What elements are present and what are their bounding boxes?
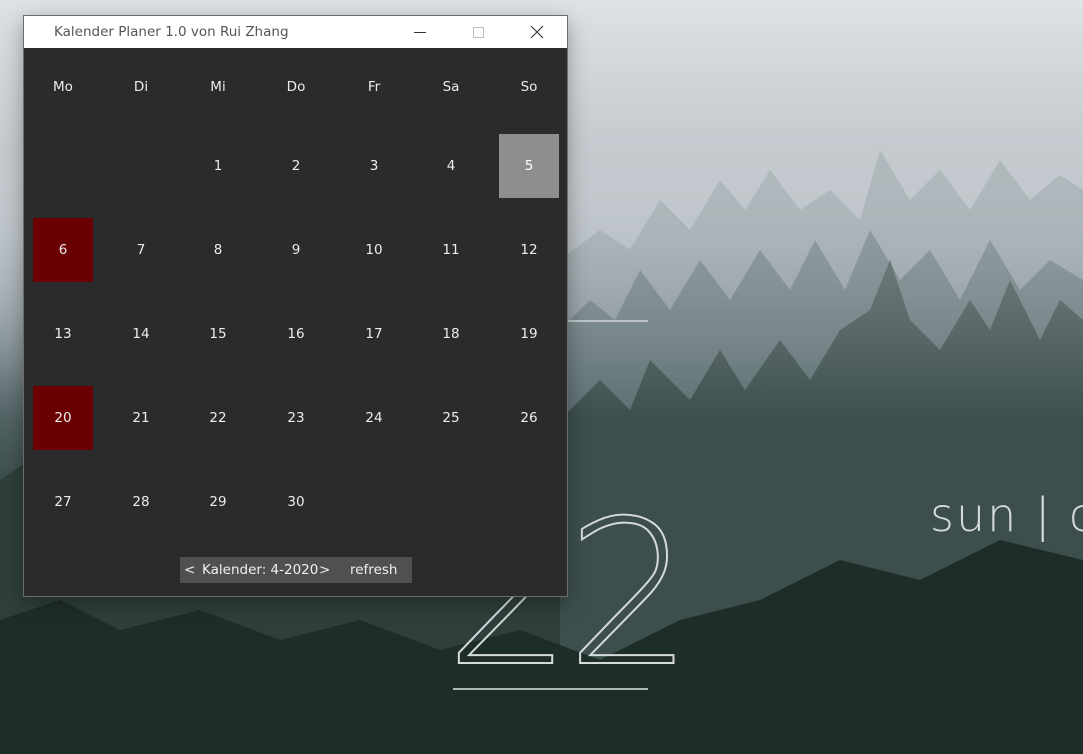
day-cell[interactable]: 17: [344, 302, 404, 366]
title-bar[interactable]: Kalender Planer 1.0 von Rui Zhang: [24, 16, 567, 48]
minimize-button[interactable]: [391, 16, 449, 48]
minimize-icon: [414, 32, 426, 33]
day-cell[interactable]: 12: [499, 218, 559, 282]
day-cell[interactable]: 8: [188, 218, 248, 282]
maximize-button[interactable]: [449, 16, 507, 48]
day-cell[interactable]: 28: [111, 470, 171, 534]
day-cell[interactable]: 5: [499, 134, 559, 198]
clock-divider-bottom: [453, 688, 648, 690]
weekday-header: Mi: [210, 79, 226, 95]
day-cell[interactable]: 20: [33, 386, 93, 450]
day-cell[interactable]: 2: [266, 134, 326, 198]
day-cell[interactable]: 6: [33, 218, 93, 282]
day-cell[interactable]: 10: [344, 218, 404, 282]
day-cell[interactable]: 23: [266, 386, 326, 450]
empty-day-cell: [33, 134, 93, 198]
day-cell[interactable]: 22: [188, 386, 248, 450]
weekday-header: Di: [133, 79, 149, 95]
maximize-icon: [473, 27, 484, 38]
day-cell[interactable]: 11: [421, 218, 481, 282]
weekday-header: Sa: [442, 79, 460, 95]
day-cell[interactable]: 4: [421, 134, 481, 198]
month-label: Kalender: 4-2020: [202, 562, 319, 578]
day-cell[interactable]: 13: [33, 302, 93, 366]
day-cell[interactable]: 29: [188, 470, 248, 534]
weekday-header: Fr: [367, 79, 381, 95]
day-cell[interactable]: 14: [111, 302, 171, 366]
day-cell[interactable]: 3: [344, 134, 404, 198]
clock-day-text: sun | c: [930, 488, 1083, 542]
day-cell[interactable]: 26: [499, 386, 559, 450]
day-cell[interactable]: 24: [344, 386, 404, 450]
day-cell[interactable]: 9: [266, 218, 326, 282]
day-cell[interactable]: 21: [111, 386, 171, 450]
empty-day-cell: [344, 470, 404, 534]
day-cell[interactable]: 7: [111, 218, 171, 282]
day-cell[interactable]: 18: [421, 302, 481, 366]
calendar-window: Kalender Planer 1.0 von Rui Zhang Mo Di Mi…: [24, 16, 567, 596]
empty-day-cell: [111, 134, 171, 198]
day-cell[interactable]: 1: [188, 134, 248, 198]
weekday-header: Mo: [53, 79, 73, 95]
day-cell[interactable]: 27: [33, 470, 93, 534]
day-cell[interactable]: 19: [499, 302, 559, 366]
day-cell[interactable]: 25: [421, 386, 481, 450]
day-cell[interactable]: 15: [188, 302, 248, 366]
close-button[interactable]: [508, 16, 566, 48]
empty-day-cell: [499, 470, 559, 534]
empty-day-cell: [421, 470, 481, 534]
day-cell[interactable]: 30: [266, 470, 326, 534]
refresh-button[interactable]: refresh: [350, 557, 397, 583]
weekday-header: Do: [286, 79, 306, 95]
close-icon: [530, 25, 544, 39]
month-navigation: < Kalender: 4-2020 > refresh: [180, 557, 412, 583]
window-title: Kalender Planer 1.0 von Rui Zhang: [54, 24, 289, 40]
next-month-button[interactable]: >: [319, 557, 330, 583]
previous-month-button[interactable]: <: [184, 557, 195, 583]
day-cell[interactable]: 16: [266, 302, 326, 366]
weekday-header: So: [520, 79, 538, 95]
